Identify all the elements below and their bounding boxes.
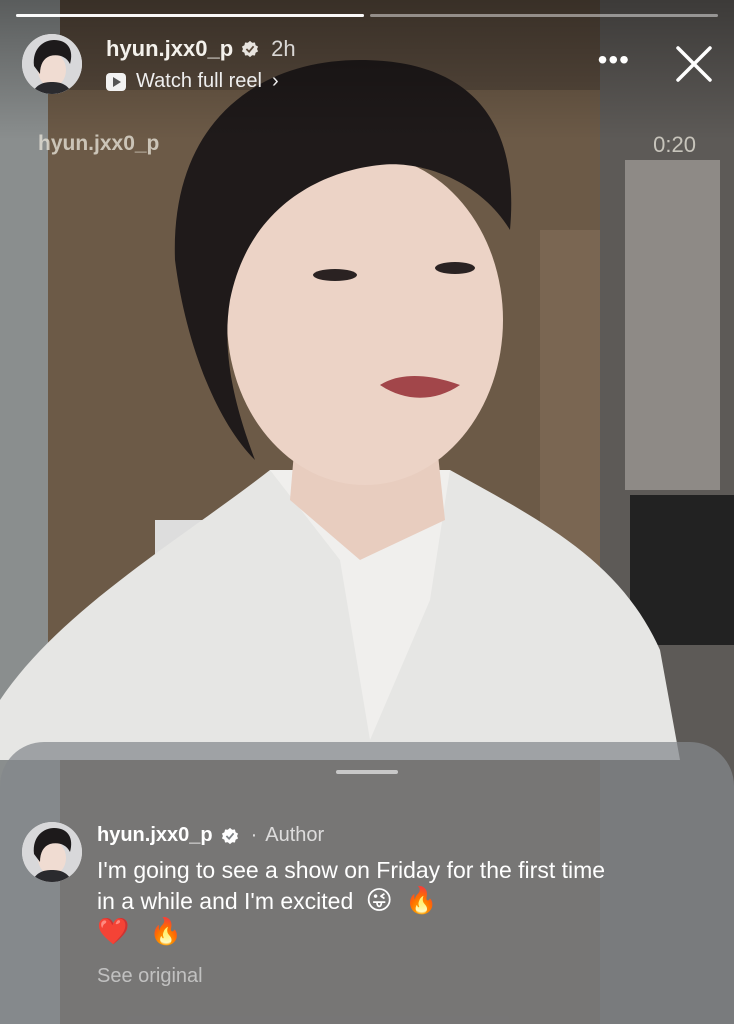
- video-watermark: hyun.jxx0_p: [38, 132, 160, 155]
- fire-emoji: 🔥: [405, 885, 438, 915]
- watch-full-reel-label: Watch full reel: [136, 70, 262, 92]
- story-header: hyun.jxx0_p 2h Watch full reel › •••: [22, 32, 716, 96]
- comment-body: I'm going to see a show on Friday for th…: [97, 857, 606, 914]
- see-original-link[interactable]: See original: [97, 965, 697, 988]
- reel-icon: [106, 72, 126, 91]
- separator-dot: ·: [250, 824, 258, 846]
- post-time: 2h: [271, 36, 296, 61]
- close-icon[interactable]: [674, 44, 714, 84]
- author-badge: Author: [265, 824, 325, 846]
- watch-full-reel-link[interactable]: Watch full reel ›: [106, 70, 296, 93]
- verified-icon: [242, 40, 259, 58]
- comment-username[interactable]: hyun.jxx0_p: [97, 824, 213, 847]
- sheet-drag-handle[interactable]: [336, 770, 398, 774]
- username[interactable]: hyun.jxx0_p: [106, 36, 233, 62]
- comment-avatar[interactable]: [22, 822, 82, 882]
- comment-text: I'm going to see a show on Friday for th…: [97, 855, 617, 947]
- verified-icon: [221, 827, 238, 844]
- progress-segment: [370, 14, 718, 17]
- video-duration: 0:20: [653, 132, 696, 157]
- winking-tongue-emoji: 😜: [365, 885, 393, 915]
- progress-segment: [16, 14, 364, 17]
- story-progress: [16, 14, 718, 18]
- fire-emoji: 🔥: [149, 916, 183, 946]
- more-options-icon[interactable]: •••: [598, 46, 630, 74]
- red-heart-emoji: ❤️: [97, 916, 130, 946]
- comment-sheet[interactable]: hyun.jxx0_p · Author I'm going to see a …: [0, 742, 734, 1024]
- avatar[interactable]: [22, 34, 82, 94]
- chevron-right-icon: ›: [271, 70, 279, 92]
